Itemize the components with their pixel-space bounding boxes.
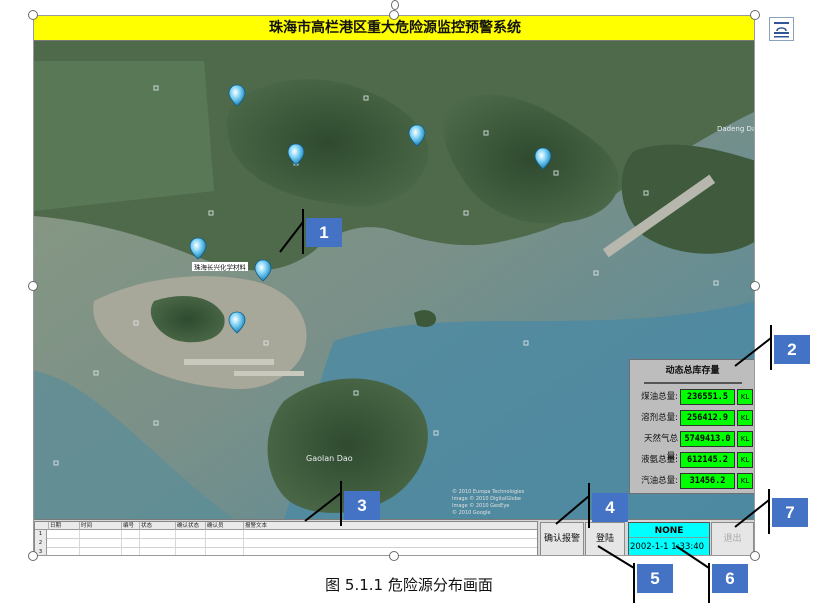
callout-1: 1 (306, 218, 342, 247)
callout-7: 7 (772, 498, 808, 527)
callout-number: 1 (319, 223, 329, 242)
document-page: 珠海市高栏港区重大危险源监控预警系统 珠海长兴化学材料 Gaolan Dao D… (0, 0, 818, 604)
callout-number: 7 (785, 503, 795, 522)
callout-number: 2 (787, 340, 797, 359)
callout-4: 4 (592, 493, 628, 522)
callout-pointers (279, 221, 772, 569)
figure-caption: 图 5.1.1 危险源分布画面 (325, 576, 493, 594)
callout-3: 3 (344, 491, 380, 520)
callout-number: 3 (357, 496, 367, 515)
callout-number: 4 (605, 498, 615, 517)
callout-2: 2 (774, 335, 810, 364)
